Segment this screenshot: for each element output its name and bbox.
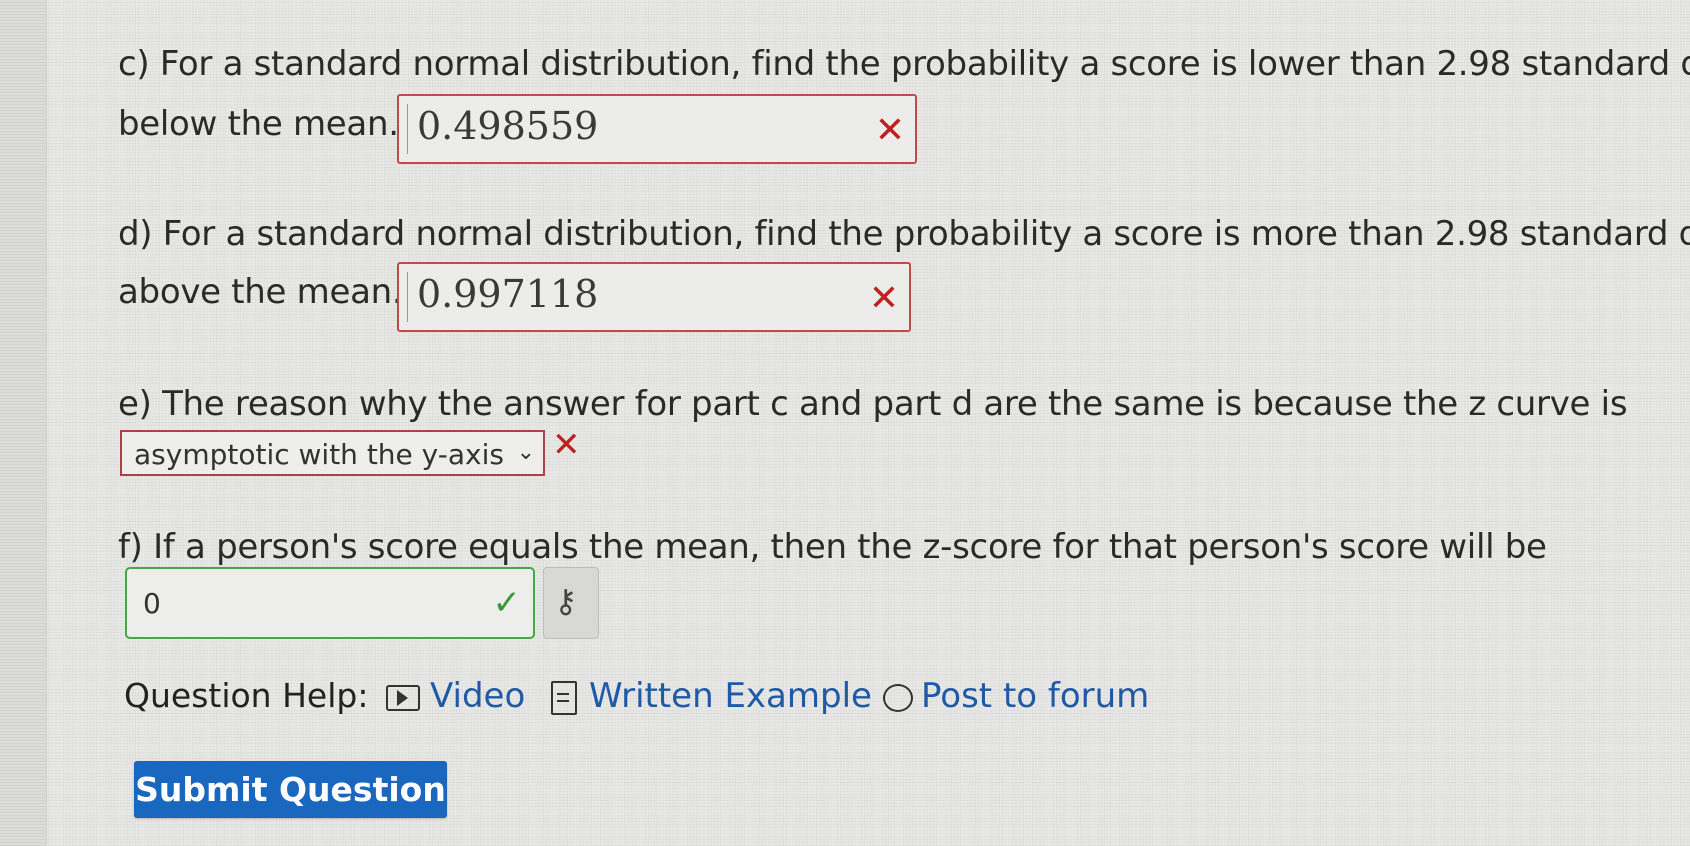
submit-question-button[interactable]: Submit Question <box>134 761 447 818</box>
part-c-question-line1: c) For a standard normal distribution, f… <box>118 44 1690 84</box>
part-c-answer-field[interactable]: 0.498559 ✕ <box>397 94 917 164</box>
play-video-icon <box>386 684 420 711</box>
incorrect-x-icon: ✕ <box>874 110 905 151</box>
part-c-question-line2: below the mean. <box>118 104 399 144</box>
part-d-answer-value: 0.997118 <box>417 272 599 316</box>
document-icon <box>551 680 577 715</box>
help-video-link[interactable]: Video <box>386 676 525 716</box>
help-written-example-label: Written Example <box>589 676 872 716</box>
incorrect-x-icon: ✕ <box>552 425 581 465</box>
part-e-answer-select[interactable]: asymptotic with the y-axis ⌄ <box>120 430 545 476</box>
correct-check-icon: ✓ <box>492 583 522 623</box>
view-answer-key-button[interactable]: ⚷ <box>543 567 599 639</box>
incorrect-x-icon: ✕ <box>868 278 899 319</box>
part-d-answer-field[interactable]: 0.997118 ✕ <box>397 262 911 332</box>
part-d-question-line1: d) For a standard normal distribution, f… <box>118 214 1690 254</box>
help-post-to-forum-link[interactable]: Post to forum <box>883 676 1149 716</box>
part-e-selected-option: asymptotic with the y-axis <box>134 438 504 471</box>
left-margin-strip <box>0 0 47 846</box>
part-f-question: f) If a person's score equals the mean, … <box>118 527 1547 567</box>
help-post-to-forum-label: Post to forum <box>921 676 1150 716</box>
key-icon: ⚷ <box>554 582 578 620</box>
part-e-question: e) The reason why the answer for part c … <box>118 384 1628 424</box>
field-divider <box>407 272 408 322</box>
part-d-question-line2: above the mean. <box>118 272 403 312</box>
speech-bubble-icon <box>883 683 913 712</box>
chevron-down-icon: ⌄ <box>516 440 535 465</box>
question-help-label: Question Help: <box>124 676 369 715</box>
part-f-answer-value: 0 <box>143 587 161 620</box>
help-video-label: Video <box>430 676 526 716</box>
field-divider <box>407 104 408 154</box>
help-written-example-link[interactable]: Written Example <box>551 676 872 716</box>
part-f-answer-field[interactable]: 0 ✓ <box>125 567 535 639</box>
part-c-answer-value: 0.498559 <box>417 104 599 148</box>
